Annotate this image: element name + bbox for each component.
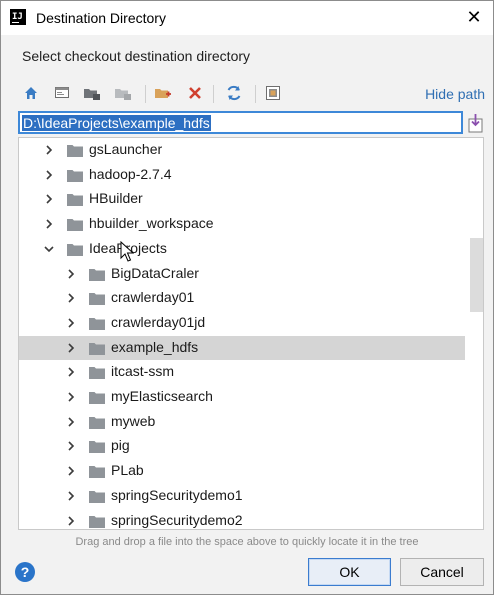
- folder-icon: [89, 367, 105, 380]
- tree-row[interactable]: itcast-ssm: [19, 360, 465, 384]
- tree-row-label: HBuilder: [89, 190, 143, 207]
- toolbar: [19, 81, 489, 107]
- chevron-right-icon[interactable]: [43, 192, 55, 206]
- chevron-down-icon[interactable]: [43, 242, 55, 256]
- tree-row-label: crawlerday01jd: [111, 313, 206, 330]
- tree-row-label: example_hdfs: [111, 338, 199, 355]
- tree-row-label: myElasticsearch: [111, 388, 213, 404]
- new-folder-icon[interactable]: [153, 83, 173, 103]
- tree-row[interactable]: gsLauncher: [19, 138, 465, 162]
- tree-row-label: myweb: [111, 412, 156, 429]
- tree-row-label: itcast-ssm: [111, 363, 174, 380]
- folder-icon: [89, 466, 105, 479]
- window-title: Destination Directory: [36, 10, 166, 26]
- folder-icon: [89, 342, 105, 355]
- chevron-right-icon[interactable]: [65, 390, 77, 404]
- tree-row-label: pig: [111, 437, 130, 454]
- folder-icon: [67, 145, 83, 157]
- close-button[interactable]: ✕: [461, 5, 487, 31]
- show-hidden-icon[interactable]: [263, 83, 283, 103]
- path-input[interactable]: D:\IdeaProjects\example_hdfs: [18, 111, 463, 134]
- folder-icon: [89, 268, 105, 281]
- chevron-right-icon[interactable]: [43, 143, 55, 157]
- project-dir-icon[interactable]: [82, 83, 102, 103]
- tree-row[interactable]: pig: [19, 434, 465, 458]
- folder-icon: [67, 243, 83, 256]
- tree-row[interactable]: example_hdfs: [19, 335, 465, 360]
- chevron-right-icon[interactable]: [65, 291, 77, 305]
- hide-path-link[interactable]: Hide path: [425, 86, 485, 102]
- tree-row-label: crawlerday01: [111, 289, 195, 306]
- tree-row[interactable]: springSecuritydemo2: [19, 509, 465, 530]
- tree-row-label: springSecuritydemo2: [111, 511, 243, 528]
- chevron-right-icon[interactable]: [65, 415, 77, 429]
- chevron-right-icon[interactable]: [43, 168, 55, 182]
- tree-scrollbar-thumb[interactable]: [470, 238, 483, 312]
- module-dir-icon[interactable]: [113, 83, 133, 103]
- tree-row[interactable]: crawlerday01jd: [19, 311, 465, 335]
- tree-row-label: hbuilder_workspace: [89, 215, 214, 232]
- chevron-right-icon[interactable]: [65, 316, 77, 330]
- intellij-app-icon: IJ: [10, 9, 26, 25]
- tree-row[interactable]: BigDataCraler: [19, 262, 465, 286]
- folder-icon: [89, 317, 105, 330]
- refresh-icon[interactable]: [224, 83, 244, 103]
- chevron-right-icon[interactable]: [65, 439, 77, 453]
- directory-tree[interactable]: gsLauncher hadoop-2.7.4 HBuilder hbuilder_w…: [18, 137, 484, 530]
- drag-drop-hint: Drag and drop a file into the space abov…: [75, 536, 419, 548]
- chevron-right-icon[interactable]: [65, 514, 77, 528]
- folder-icon: [89, 490, 105, 503]
- dialog-subtitle: Select checkout destination directory: [22, 48, 251, 64]
- chevron-right-icon[interactable]: [65, 489, 77, 503]
- tree-row[interactable]: PLab: [19, 459, 465, 483]
- browse-path-icon[interactable]: [468, 113, 484, 133]
- tree-row[interactable]: springSecuritydemo1: [19, 484, 465, 508]
- destination-directory-dialog: IJ Destination Directory ✕ Select checko…: [0, 0, 494, 595]
- folder-icon: [89, 416, 105, 429]
- folder-icon: [67, 194, 83, 207]
- tree-row[interactable]: hadoop-2.7.4: [19, 163, 465, 187]
- tree-row[interactable]: myElasticsearch: [19, 385, 465, 409]
- tree-row-label: gsLauncher: [89, 141, 163, 157]
- mouse-cursor-icon: [120, 241, 134, 262]
- chevron-right-icon[interactable]: [65, 267, 77, 281]
- ok-button[interactable]: OK: [308, 558, 391, 586]
- tree-row[interactable]: HBuilder: [19, 187, 465, 211]
- tree-row-label: springSecuritydemo1: [111, 486, 243, 503]
- path-input-value: D:\IdeaProjects\example_hdfs: [22, 115, 211, 131]
- tree-row-label: BigDataCraler: [111, 264, 199, 281]
- tree-scrollbar[interactable]: [468, 138, 483, 529]
- cancel-button[interactable]: Cancel: [400, 558, 484, 586]
- help-button[interactable]: ?: [15, 562, 35, 582]
- tree-row[interactable]: IdeaProjects: [19, 237, 465, 261]
- folder-icon: [89, 293, 105, 306]
- desktop-icon[interactable]: [52, 83, 72, 103]
- tree-row[interactable]: hbuilder_workspace: [19, 212, 465, 236]
- chevron-right-icon[interactable]: [43, 217, 55, 231]
- home-icon[interactable]: [21, 83, 41, 103]
- folder-icon: [67, 169, 83, 182]
- tree-row[interactable]: myweb: [19, 410, 465, 434]
- chevron-right-icon[interactable]: [65, 464, 77, 478]
- chevron-right-icon[interactable]: [65, 341, 77, 355]
- delete-icon[interactable]: [185, 83, 205, 103]
- folder-icon: [89, 441, 105, 454]
- title-bar: IJ Destination Directory ✕: [1, 1, 493, 35]
- tree-row[interactable]: crawlerday01: [19, 286, 465, 310]
- tree-row-label: PLab: [111, 462, 144, 479]
- tree-row-label: hadoop-2.7.4: [89, 165, 172, 182]
- folder-icon: [89, 392, 105, 404]
- folder-icon: [67, 219, 83, 232]
- folder-icon: [89, 515, 105, 528]
- chevron-right-icon[interactable]: [65, 365, 77, 379]
